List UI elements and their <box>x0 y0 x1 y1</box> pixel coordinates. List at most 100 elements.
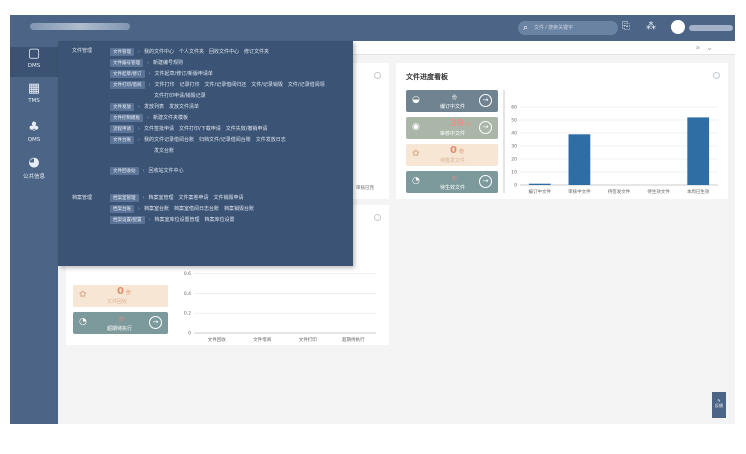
arrow-right-icon[interactable]: → <box>479 94 492 107</box>
menu-row: 文件控制模板 › 新建文件夹模板 <box>110 114 193 123</box>
menu-category-tag[interactable]: 档案室管理 <box>110 194 139 202</box>
menu-link[interactable]: 文件发放日志 <box>256 137 286 143</box>
chevron-right-icon: › <box>148 217 151 223</box>
y-tick-label: 20 <box>511 157 517 163</box>
menu-link[interactable]: 档案室库位设置管理 <box>155 217 200 223</box>
menu-link[interactable]: 文件起草/修订/新版申请单 <box>155 71 213 77</box>
nav-item-tms[interactable]: ▦ TMS <box>10 82 58 112</box>
progress-bar-chart: 0 10 20 30 40 50 60 编订中文件 审核中文件 待签发文件 待生效文件 本周已生效 <box>511 105 718 195</box>
menu-link[interactable]: 文件失效/撤销申请 <box>226 126 268 132</box>
menu-link[interactable]: 修订文件夹 <box>244 49 269 55</box>
avatar[interactable] <box>671 20 685 34</box>
stat-tile-pending[interactable]: ✿ 0份 待签发文件 <box>406 144 498 166</box>
tab-scroll-icon[interactable]: »⌄ <box>695 43 719 52</box>
stat-tile-recycle[interactable]: ✿ 0份 文件回收 <box>73 285 168 307</box>
menu-link[interactable]: 新建文件夹模板 <box>153 115 188 121</box>
nav-item-public-info[interactable]: ◕ 公共信息 <box>10 156 58 186</box>
menu-category-tag[interactable]: 文件起草/修订 <box>110 70 145 78</box>
menu-category-tag[interactable]: 档案设置/配置 <box>110 216 145 224</box>
menu-link[interactable]: 文件签批申请 <box>144 126 174 132</box>
menu-link[interactable]: 文件打印 <box>155 82 175 88</box>
recycle-icon: ✿ <box>79 290 87 300</box>
menu-link[interactable]: 文件/记录借阅领 <box>288 82 325 88</box>
gift-icon[interactable]: ⎘ <box>622 21 630 32</box>
menu-link[interactable]: 记录打印 <box>180 82 200 88</box>
alarm-icon: ◔ <box>79 317 87 327</box>
bar[interactable] <box>528 183 551 185</box>
search-input[interactable] <box>534 22 614 34</box>
menu-link[interactable]: 文件/记录借阅归还 <box>205 82 247 88</box>
review-icon: ◉ <box>412 122 420 132</box>
dms-dropdown-menu: 文件管理 档案管理 文件管理 › 我的文件中心 个人文件夹 回收文件中心 修订文件夹 文件编… <box>58 41 353 266</box>
refresh-icon[interactable] <box>374 214 381 221</box>
feedback-button[interactable]: ✎ 反馈 <box>712 392 726 418</box>
menu-link[interactable]: 回收站文件中心 <box>149 168 184 174</box>
tile-count: 0份 <box>450 145 464 156</box>
menu-category-tag[interactable]: 文件控制模板 <box>110 114 143 122</box>
menu-category-tag[interactable]: 文件打印/借阅 <box>110 81 145 89</box>
stat-tile-drafting[interactable]: ◒ 份 编订中文件 → <box>406 90 498 112</box>
menu-link[interactable]: 档案室管理 <box>149 195 174 201</box>
menu-link[interactable]: 文件打印申请/销毁记录 <box>154 93 206 99</box>
refresh-icon[interactable] <box>713 72 720 79</box>
stat-tile-reviewing[interactable]: ◉ 39 份 审核中文件 → <box>406 117 498 139</box>
menu-category-tag[interactable]: 流程申请 <box>110 125 134 133</box>
username[interactable] <box>689 25 733 31</box>
menu-category-tag[interactable]: 文件编号管理 <box>110 59 143 67</box>
edit-icon: ◒ <box>412 95 420 105</box>
pie-chart-icon: ◕ <box>28 155 40 170</box>
menu-category-tag[interactable]: 文件管理 <box>110 48 134 56</box>
menu-link[interactable]: 档案室台账 <box>144 206 169 212</box>
menu-link[interactable]: 新建编号规则 <box>153 60 183 66</box>
menu-link[interactable]: 个人文件夹 <box>179 49 204 55</box>
clock-icon: ◔ <box>412 176 420 186</box>
arrow-right-icon[interactable]: → <box>479 175 492 188</box>
x-tick-label: 文件借阅 <box>253 336 271 343</box>
search-box[interactable]: ⌕ <box>518 21 618 35</box>
menu-link[interactable]: 档案销毁台账 <box>224 206 254 212</box>
y-tick-label: 60 <box>511 105 517 111</box>
menu-link[interactable]: 文件案卷申请 <box>179 195 209 201</box>
menu-category-tag[interactable]: 文件发放 <box>110 103 134 111</box>
y-tick-label: 0.2 <box>184 311 191 317</box>
stat-tile-effective[interactable]: ◔ 份 待生效文件 → <box>406 171 498 193</box>
nav-label: TMS <box>28 98 40 104</box>
menu-link[interactable]: 我的文件中心 <box>144 49 174 55</box>
chevron-right-icon: › <box>142 195 145 201</box>
arrow-right-icon[interactable]: → <box>479 121 492 134</box>
app-logo[interactable] <box>30 23 130 30</box>
nav-label: DMS <box>27 63 41 69</box>
menu-row: 文件回收站 › 回收站文件中心 <box>110 167 189 176</box>
scrollbar[interactable] <box>503 90 505 193</box>
menu-link[interactable]: 我的文件记录借阅台账 <box>144 137 194 143</box>
menu-link[interactable]: 文件/记录销毁 <box>251 82 283 88</box>
chevron-right-icon: › <box>138 104 140 110</box>
apps-icon[interactable]: ⁂ <box>646 21 656 32</box>
menu-link[interactable]: 回收文件中心 <box>209 49 239 55</box>
tile-label: 文件回收 <box>107 299 128 305</box>
menu-link[interactable]: 发放文件清单 <box>169 104 199 110</box>
menu-row: 文件打印申请/销毁记录 <box>154 92 211 101</box>
refresh-icon[interactable] <box>374 72 381 79</box>
x-tick-label: 编订中文件 <box>529 188 552 195</box>
arrow-right-icon[interactable]: → <box>149 316 162 329</box>
stat-tile-overdue[interactable]: ◔ 份 超期待执行 → <box>73 312 168 334</box>
menu-link[interactable]: 档案库位设置 <box>205 217 235 223</box>
menu-category-tag[interactable]: 文件台账 <box>110 136 134 144</box>
menu-category-tag[interactable]: 档案台账 <box>110 205 134 213</box>
search-icon[interactable]: ⌕ <box>523 23 528 33</box>
chevron-right-icon: › <box>148 71 151 77</box>
bar[interactable] <box>568 134 591 185</box>
menu-link[interactable]: 发文台账 <box>154 148 174 154</box>
nav-item-dms[interactable]: ▢ DMS <box>10 47 58 77</box>
menu-link[interactable]: 档案室借阅日志台账 <box>174 206 219 212</box>
nav-item-qms[interactable]: ♣ QMS <box>10 121 58 151</box>
menu-link[interactable]: 文件打印/下载申请 <box>179 126 221 132</box>
bar[interactable] <box>687 117 710 185</box>
menu-category-tag[interactable]: 文件回收站 <box>110 167 139 175</box>
tile-count: 0份 <box>117 286 131 297</box>
menu-link[interactable]: 归档文件/记录借阅台账 <box>199 137 251 143</box>
menu-link[interactable]: 文件销毁申请 <box>214 195 244 201</box>
nav-label: QMS <box>27 137 41 143</box>
menu-link[interactable]: 发放列表 <box>144 104 164 110</box>
